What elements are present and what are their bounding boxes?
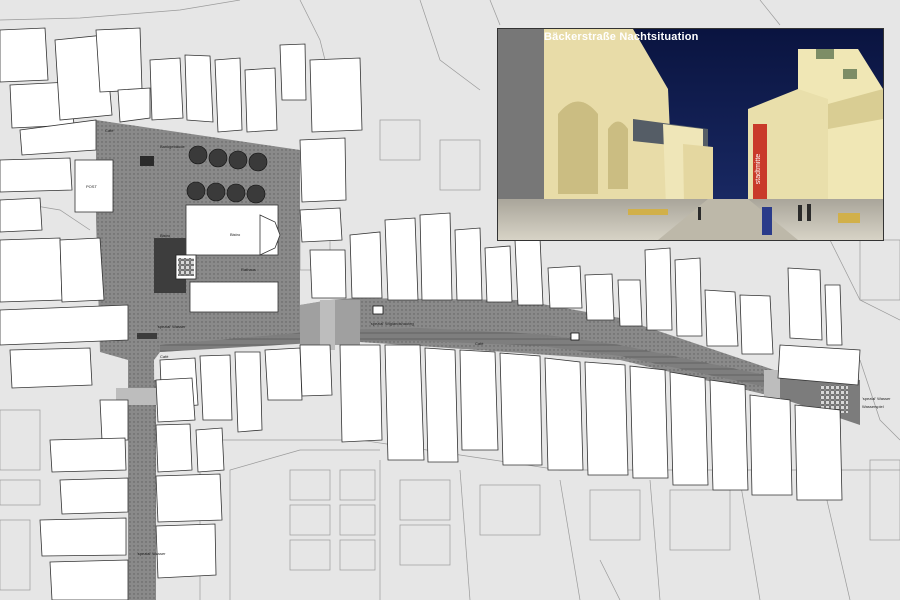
sign-text: stadtmitte — [755, 154, 762, 184]
inset-title: Bäckerstraße Nachtsituation — [544, 31, 699, 43]
map-label-cafe-1: Café — [105, 128, 114, 133]
site-plan-figure: Café Bankgebäude Bistro Rathaus POST Bis… — [0, 0, 900, 600]
map-label-6: Bistro — [230, 232, 241, 237]
map-label-11: 'spezial' Wasser — [137, 551, 166, 556]
map-label-9: 'spezial' Wiglandshauteg — [370, 321, 414, 326]
map-label-7: 'spezial' Wasser — [157, 324, 186, 329]
map-label-cafe-2: Café — [160, 354, 169, 359]
map-label-4: Rathaus — [241, 267, 256, 272]
map-label-2: Bankgebäude — [160, 144, 185, 149]
map-label-5: POST — [86, 184, 97, 189]
night-render-illustration: stadtmitte — [498, 29, 883, 240]
map-label-12: 'spezial' Wasser — [862, 396, 891, 401]
map-label-3: Bistro — [160, 233, 171, 238]
map-label-13: Wasserspiel — [862, 404, 884, 409]
night-render-inset: stadtmitte Bäckerstraße Nachtsituation — [497, 28, 884, 241]
map-label-cafe-3: Café — [475, 341, 484, 346]
